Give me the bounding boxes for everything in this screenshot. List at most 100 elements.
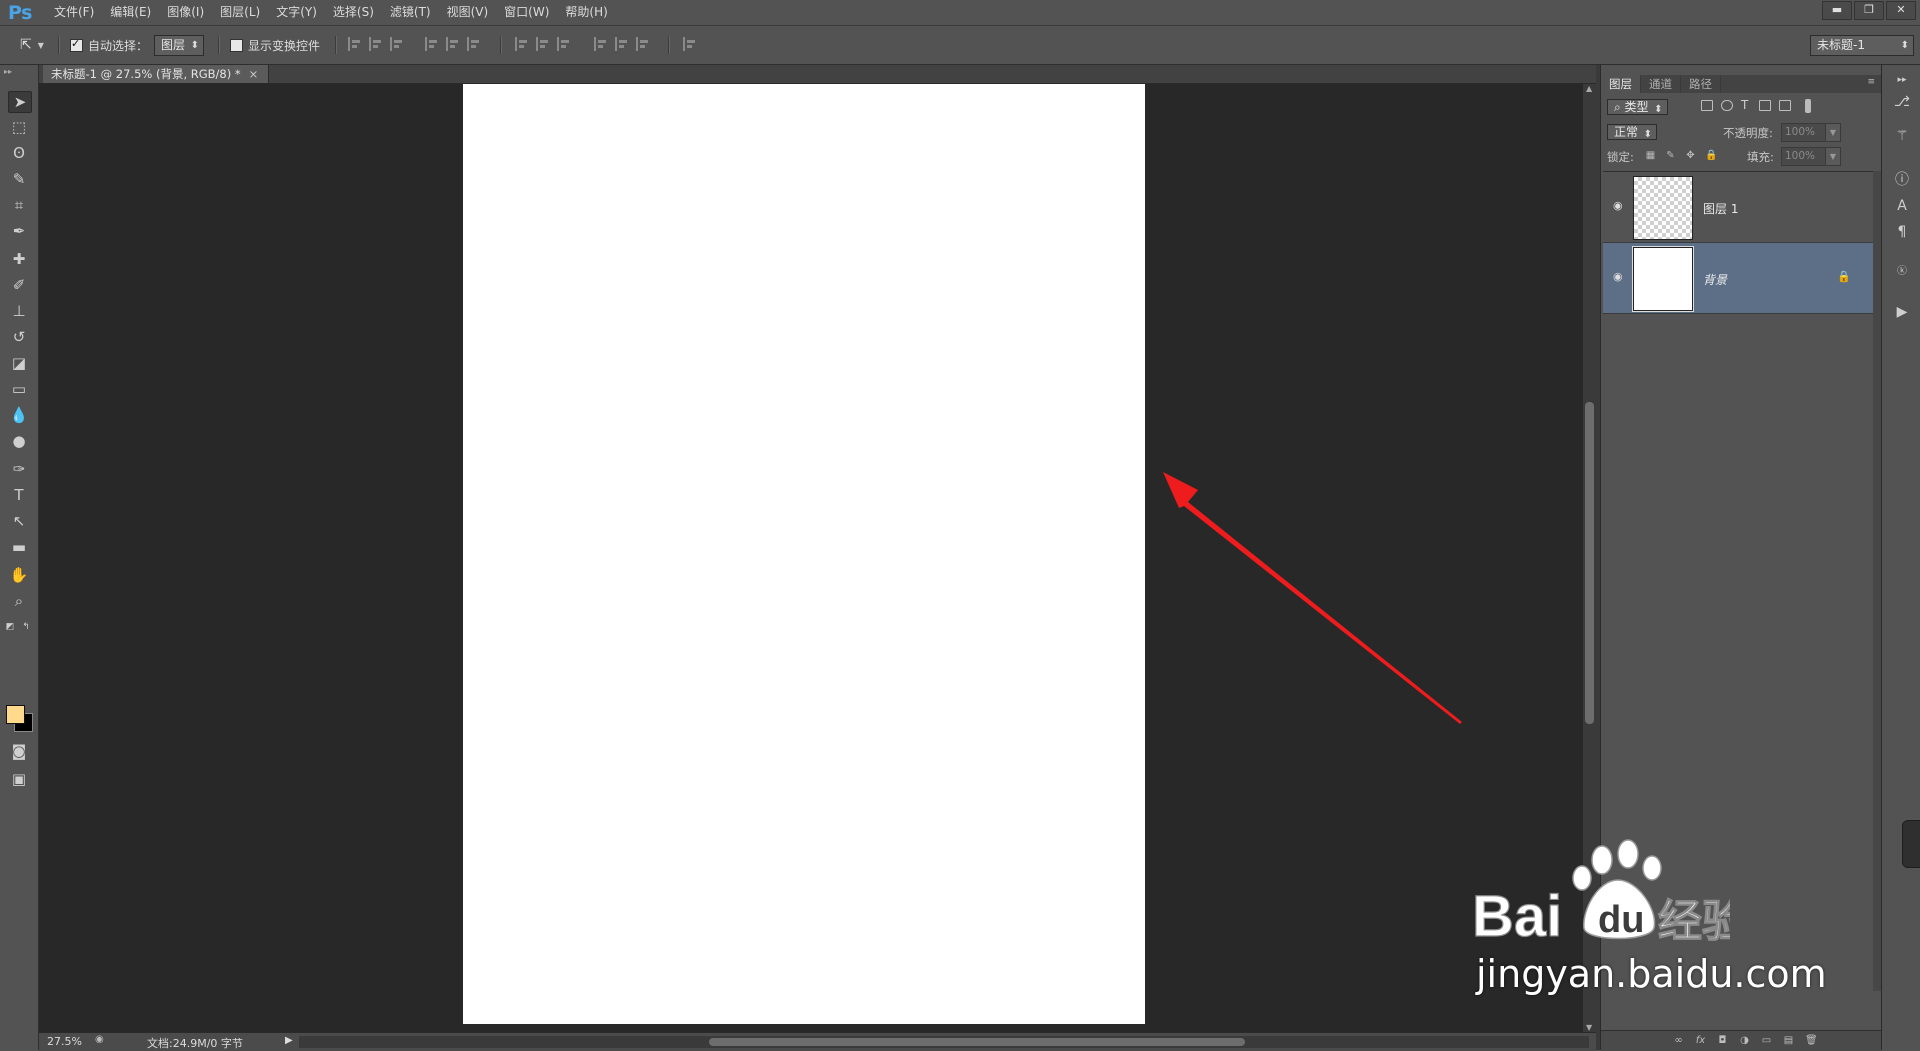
auto-select-dropdown[interactable]: 图层 bbox=[154, 34, 205, 56]
pen-tool-icon[interactable]: ✑ bbox=[8, 459, 30, 479]
type-tool-icon[interactable]: T bbox=[8, 485, 30, 505]
layer-filter-dropdown[interactable]: ⌕ 类型 bbox=[1607, 99, 1668, 115]
layer-row-layer1[interactable]: ◉ 图层 1 bbox=[1603, 172, 1873, 243]
minimize-icon[interactable]: ▬ bbox=[1822, 1, 1852, 20]
align-vcenter-icon[interactable] bbox=[369, 37, 383, 51]
align-right-icon[interactable] bbox=[467, 37, 481, 51]
foreground-color-swatch-top[interactable] bbox=[6, 705, 25, 724]
menu-type[interactable]: 文字(Y) bbox=[268, 0, 325, 25]
default-colors-icon[interactable]: ◩ bbox=[4, 617, 16, 637]
marquee-tool-icon[interactable]: ⬚ bbox=[8, 117, 30, 137]
quick-mask-icon[interactable]: ◙ bbox=[8, 741, 30, 761]
brush-tool-icon[interactable]: ✐ bbox=[8, 275, 30, 295]
show-transform-toggle[interactable]: 显示变换控件 bbox=[230, 26, 320, 64]
blend-mode-dropdown[interactable]: 正常 bbox=[1607, 124, 1658, 140]
filter-toggle-icon[interactable] bbox=[1805, 99, 1811, 113]
align-top-icon[interactable] bbox=[348, 37, 362, 51]
history-brush-tool-icon[interactable]: ↺ bbox=[8, 327, 30, 347]
adjustment-layer-icon[interactable]: ◑ bbox=[1739, 1035, 1750, 1046]
close-icon[interactable]: ✕ bbox=[1886, 1, 1916, 20]
brush-panel-icon[interactable]: ⚚ bbox=[1893, 127, 1911, 145]
zoom-tool-icon[interactable]: ⌕ bbox=[8, 591, 30, 611]
align-hcenter-icon[interactable] bbox=[446, 37, 460, 51]
info-panel-icon[interactable]: ⓘ bbox=[1893, 171, 1911, 189]
collapse-panels-icon[interactable]: ▸▸ bbox=[1893, 71, 1911, 89]
lock-all-icon[interactable]: 🔒 bbox=[1705, 150, 1717, 161]
blur-tool-icon[interactable]: 💧 bbox=[8, 405, 30, 425]
history-panel-icon[interactable]: ⎇ bbox=[1893, 93, 1911, 111]
workspace-switcher[interactable]: 未标题-1 bbox=[1810, 34, 1914, 56]
opacity-field[interactable]: 100% bbox=[1781, 123, 1826, 142]
tab-layers[interactable]: 图层 bbox=[1601, 75, 1641, 93]
align-bottom-icon[interactable] bbox=[390, 37, 404, 51]
side-handle[interactable] bbox=[1902, 820, 1920, 868]
auto-align-layers-icon[interactable] bbox=[683, 37, 697, 51]
restore-icon[interactable]: ❐ bbox=[1854, 1, 1884, 20]
filter-shape-icon[interactable] bbox=[1759, 100, 1771, 111]
fill-dropdown-icon[interactable]: ▼ bbox=[1825, 147, 1841, 166]
menu-window[interactable]: 窗口(W) bbox=[496, 0, 557, 25]
quick-select-tool-icon[interactable]: ✎ bbox=[8, 169, 30, 189]
kuler-panel-icon[interactable]: ⓚ bbox=[1893, 263, 1911, 281]
tab-channels[interactable]: 通道 bbox=[1641, 75, 1681, 93]
layer-name[interactable]: 背景 bbox=[1703, 271, 1727, 288]
gradient-tool-icon[interactable]: ▭ bbox=[8, 379, 30, 399]
lasso-tool-icon[interactable]: ʘ bbox=[8, 143, 30, 163]
menu-help[interactable]: 帮助(H) bbox=[557, 0, 615, 25]
swap-colors-icon[interactable]: ↰ bbox=[20, 617, 32, 637]
distribute-vcenter-icon[interactable] bbox=[536, 37, 550, 51]
menu-file[interactable]: 文件(F) bbox=[46, 0, 102, 25]
menu-filter[interactable]: 滤镜(T) bbox=[382, 0, 439, 25]
visibility-eye-icon[interactable]: ◉ bbox=[1613, 271, 1626, 282]
photoshop-logo[interactable]: Ps bbox=[8, 2, 32, 24]
new-layer-icon[interactable]: ▤ bbox=[1783, 1035, 1794, 1046]
screen-mode-icon[interactable]: ▣ bbox=[8, 769, 30, 789]
panel-collapse-icon[interactable]: ▸▸ bbox=[4, 67, 12, 76]
show-transform-checkbox[interactable] bbox=[230, 38, 243, 52]
layer-thumbnail[interactable] bbox=[1633, 176, 1693, 240]
distribute-hcenter-icon[interactable] bbox=[615, 37, 629, 51]
menu-edit[interactable]: 编辑(E) bbox=[102, 0, 159, 25]
menu-layer[interactable]: 图层(L) bbox=[212, 0, 268, 25]
document-tab[interactable]: 未标题-1 @ 27.5% (背景, RGB/8) * × bbox=[43, 65, 270, 83]
scroll-down-icon[interactable]: ▼ bbox=[1586, 1023, 1592, 1032]
filter-pixel-icon[interactable] bbox=[1701, 100, 1713, 111]
add-mask-icon[interactable]: ◘ bbox=[1717, 1035, 1728, 1046]
healing-brush-tool-icon[interactable]: ✚ bbox=[8, 249, 30, 269]
move-tool-icon[interactable]: ➤ bbox=[8, 91, 32, 113]
status-share-icon[interactable]: ◉ bbox=[95, 1034, 104, 1045]
layer-name[interactable]: 图层 1 bbox=[1703, 200, 1738, 217]
status-menu-arrow-icon[interactable]: ▶ bbox=[285, 1035, 293, 1046]
panel-menu-icon[interactable]: ≡ bbox=[1867, 77, 1875, 87]
actions-panel-icon[interactable]: ▶ bbox=[1893, 303, 1911, 321]
lock-image-icon[interactable]: ✎ bbox=[1665, 150, 1676, 161]
hand-tool-icon[interactable]: ✋ bbox=[8, 565, 30, 585]
menu-select[interactable]: 选择(S) bbox=[325, 0, 382, 25]
tab-paths[interactable]: 路径 bbox=[1681, 75, 1721, 93]
filter-adjustment-icon[interactable] bbox=[1721, 100, 1733, 111]
distribute-right-icon[interactable] bbox=[636, 37, 650, 51]
horizontal-scrollbar[interactable] bbox=[299, 1036, 1589, 1048]
opacity-dropdown-icon[interactable]: ▼ bbox=[1825, 123, 1841, 142]
document-canvas[interactable] bbox=[463, 84, 1145, 1024]
eyedropper-tool-icon[interactable]: ✒ bbox=[8, 221, 30, 241]
eraser-tool-icon[interactable]: ◪ bbox=[8, 353, 30, 373]
character-panel-icon[interactable]: A bbox=[1893, 197, 1911, 215]
lock-position-icon[interactable]: ✥ bbox=[1685, 150, 1696, 161]
close-tab-icon[interactable]: × bbox=[249, 67, 259, 81]
vertical-scroll-thumb[interactable] bbox=[1585, 402, 1594, 724]
layer-style-icon[interactable]: fx bbox=[1695, 1035, 1706, 1046]
horizontal-scroll-thumb[interactable] bbox=[709, 1038, 1245, 1046]
clone-stamp-tool-icon[interactable]: ⊥ bbox=[8, 301, 30, 321]
dodge-tool-icon[interactable]: ● bbox=[8, 431, 30, 451]
layer-thumbnail[interactable] bbox=[1632, 246, 1694, 312]
scroll-up-icon[interactable]: ▲ bbox=[1586, 84, 1592, 93]
move-tool-preset[interactable]: ⇱ ▼ bbox=[20, 26, 44, 64]
filter-type-icon[interactable]: T bbox=[1741, 98, 1748, 112]
auto-select-toggle[interactable]: 自动选择： bbox=[70, 26, 148, 64]
menu-view[interactable]: 视图(V) bbox=[439, 0, 497, 25]
zoom-level[interactable]: 27.5% bbox=[47, 1035, 82, 1048]
distribute-top-icon[interactable] bbox=[515, 37, 529, 51]
visibility-eye-icon[interactable]: ◉ bbox=[1613, 200, 1626, 211]
layer-row-background[interactable]: ◉ 背景 🔒 bbox=[1603, 243, 1873, 314]
